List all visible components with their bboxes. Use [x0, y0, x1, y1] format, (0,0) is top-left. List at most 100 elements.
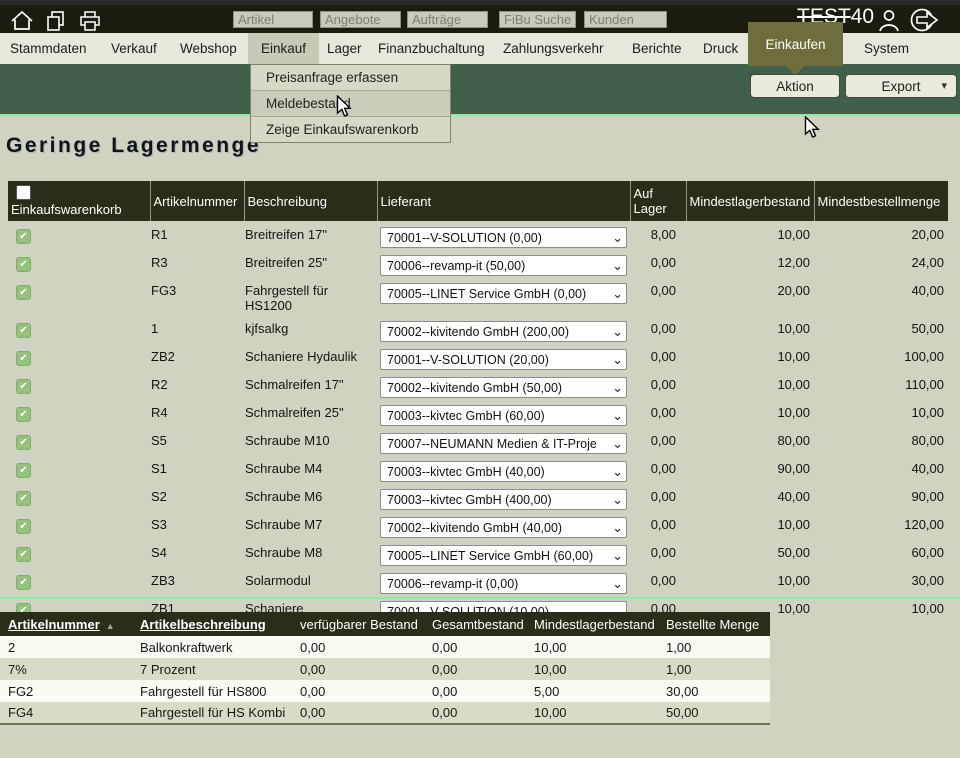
artikelnummer-cell: R3: [150, 249, 244, 277]
row-checkbox[interactable]: ✔: [16, 229, 31, 244]
mindestbestellmenge-cell: 80,00: [814, 427, 948, 455]
menu-item-meldebestand[interactable]: Meldebestand: [251, 91, 450, 117]
page-title: Geringe Lagermenge: [6, 134, 261, 158]
chevron-down-icon: ⌄: [610, 462, 623, 481]
chevron-down-icon: ⌄: [610, 256, 623, 275]
lieferant-cell: 70006--revamp-it (50,00)⌄: [377, 249, 630, 277]
supplier-select[interactable]: 70003--kivtec GmbH (40,00)⌄: [380, 461, 627, 482]
supplier-select[interactable]: 70007--NEUMANN Medien & IT-Proje⌄: [380, 433, 627, 454]
row-checkbox[interactable]: ✔: [16, 519, 31, 534]
row-checkbox[interactable]: ✔: [16, 323, 31, 338]
menu-item-zahlungsverkehr[interactable]: Zahlungsverkehr: [503, 33, 604, 64]
artikelbeschreibung-cell: Fahrgestell für HS Kombi: [132, 702, 292, 724]
menu-item-finanzbuchaltung[interactable]: Finanzbuchaltung: [378, 33, 485, 64]
mindestlagerbestand-cell: 10,00: [526, 658, 658, 680]
mindestlagerbestand-cell: 10,00: [526, 702, 658, 724]
row-checkbox[interactable]: ✔: [16, 407, 31, 422]
mindestlagerbestand-cell: 10,00: [686, 343, 814, 371]
artikelnummer-cell: S5: [150, 427, 244, 455]
supplier-select[interactable]: 70002--kivitendo GmbH (200,00)⌄: [380, 321, 627, 342]
artikelnummer-cell: ZB2: [150, 343, 244, 371]
gesamtbestand-cell: 0,00: [424, 658, 526, 680]
supplier-select-value: 70003--kivtec GmbH (400,00): [387, 493, 552, 507]
aktion-button[interactable]: Aktion: [750, 74, 840, 98]
mindestlagerbestand-cell: 50,00: [686, 539, 814, 567]
mindestlagerbestand-cell: 10,00: [686, 511, 814, 539]
select-all-checkbox[interactable]: [16, 185, 31, 200]
supplier-select[interactable]: 70001--V-SOLUTION (20,00)⌄: [380, 349, 627, 370]
purchase-dropdown-menu: Preisanfrage erfassenMeldebestandZeige E…: [250, 64, 451, 143]
article-row-R2: ✔R2Schmalreifen 17"70002--kivitendo GmbH…: [8, 371, 948, 399]
lieferant-cell: 70003--kivtec GmbH (40,00)⌄: [377, 455, 630, 483]
einkaufen-tab[interactable]: Einkaufen: [748, 22, 843, 66]
menu-item-verkauf[interactable]: Verkauf: [111, 33, 157, 64]
export-button[interactable]: Export▾: [845, 74, 957, 98]
column-header-artikelnummer[interactable]: Artikelnummer▲: [0, 612, 132, 636]
supplier-select-value: 70006--revamp-it (0,00): [387, 577, 518, 591]
cart-checkbox-cell: ✔: [8, 249, 150, 277]
row-checkbox[interactable]: ✔: [16, 351, 31, 366]
chevron-down-icon: ⌄: [610, 350, 623, 369]
menu-item-zeige-einkaufswarenkorb[interactable]: Zeige Einkaufswarenkorb: [251, 117, 450, 142]
menu-item-system[interactable]: System: [864, 33, 909, 64]
row-checkbox[interactable]: ✔: [16, 285, 31, 300]
lieferant-cell: 70006--revamp-it (0,00)⌄: [377, 567, 630, 595]
client-name-plain: 40: [851, 5, 874, 28]
chevron-down-icon: ⌄: [610, 322, 623, 341]
menu-item-druck[interactable]: Druck: [703, 33, 738, 64]
menu-item-preisanfrage-erfassen[interactable]: Preisanfrage erfassen: [251, 65, 450, 91]
row-checkbox[interactable]: ✔: [16, 435, 31, 450]
mindestbestellmenge-cell: 24,00: [814, 249, 948, 277]
search-input-angebote[interactable]: [320, 11, 401, 28]
row-checkbox[interactable]: ✔: [16, 463, 31, 478]
supplier-select-value: 70002--kivitendo GmbH (40,00): [387, 521, 562, 535]
supplier-select[interactable]: 70005--LINET Service GmbH (60,00)⌄: [380, 545, 627, 566]
menu-item-einkauf[interactable]: Einkauf: [248, 33, 319, 64]
cart-checkbox-cell: ✔: [8, 455, 150, 483]
supplier-select[interactable]: 70005--LINET Service GmbH (0,00)⌄: [380, 283, 627, 304]
auf-lager-cell: 0,00: [630, 455, 686, 483]
supplier-select[interactable]: 70002--kivitendo GmbH (50,00)⌄: [380, 377, 627, 398]
search-input-kunden[interactable]: [584, 11, 667, 28]
row-checkbox[interactable]: ✔: [16, 575, 31, 590]
menu-item-lager[interactable]: Lager: [327, 33, 362, 64]
article-row-1: ✔1kjfsalkg70002--kivitendo GmbH (200,00)…: [8, 315, 948, 343]
supplier-select[interactable]: 70001--V-SOLUTION (0,00)⌄: [380, 227, 627, 248]
mindestbestellmenge-cell: 60,00: [814, 539, 948, 567]
menu-item-webshop[interactable]: Webshop: [180, 33, 237, 64]
bestellte-menge-cell: 50,00: [658, 702, 770, 724]
chevron-down-icon[interactable]: ▾: [941, 79, 947, 92]
beschreibung-cell: Fahrgestell für HS1200: [244, 277, 377, 315]
artikelnummer-cell: S4: [150, 539, 244, 567]
artikelbeschreibung-cell: 7 Prozent: [132, 658, 292, 680]
auf-lager-cell: 0,00: [630, 277, 686, 315]
cart-checkbox-cell: ✔: [8, 371, 150, 399]
row-checkbox[interactable]: ✔: [16, 547, 31, 562]
search-input-fibu-suche[interactable]: [499, 11, 576, 28]
lieferant-cell: 70002--kivitendo GmbH (40,00)⌄: [377, 511, 630, 539]
supplier-select[interactable]: 70006--revamp-it (50,00)⌄: [380, 255, 627, 276]
lieferant-cell: 70007--NEUMANN Medien & IT-Proje⌄: [377, 427, 630, 455]
search-input-auftr-ge[interactable]: [407, 11, 488, 28]
mindestbestellmenge-cell: 120,00: [814, 511, 948, 539]
menu-item-berichte[interactable]: Berichte: [632, 33, 682, 64]
column-header-label: Einkaufswarenkorb: [11, 202, 122, 217]
supplier-select[interactable]: 70003--kivtec GmbH (60,00)⌄: [380, 405, 627, 426]
mindestbestellmenge-cell: 10,00: [814, 399, 948, 427]
column-header-verf-gbarer-bestand: verfügbarer Bestand: [292, 612, 424, 636]
beschreibung-cell: kjfsalkg: [244, 315, 377, 343]
cart-checkbox-cell: ✔: [8, 511, 150, 539]
row-checkbox[interactable]: ✔: [16, 491, 31, 506]
row-checkbox[interactable]: ✔: [16, 257, 31, 272]
supplier-select[interactable]: 70006--revamp-it (0,00)⌄: [380, 573, 627, 594]
menu-item-stammdaten[interactable]: Stammdaten: [10, 33, 87, 64]
artikelnummer-cell: R4: [150, 399, 244, 427]
supplier-select[interactable]: 70002--kivitendo GmbH (40,00)⌄: [380, 517, 627, 538]
article-row-S2: ✔S2Schraube M670003--kivtec GmbH (400,00…: [8, 483, 948, 511]
mindestlagerbestand-cell: 10,00: [686, 399, 814, 427]
supplier-select-value: 70007--NEUMANN Medien & IT-Proje: [387, 437, 597, 451]
search-input-artikel[interactable]: [233, 11, 313, 28]
row-checkbox[interactable]: ✔: [16, 379, 31, 394]
supplier-select[interactable]: 70003--kivtec GmbH (400,00)⌄: [380, 489, 627, 510]
column-header-artikelbeschreibung[interactable]: Artikelbeschreibung: [132, 612, 292, 636]
